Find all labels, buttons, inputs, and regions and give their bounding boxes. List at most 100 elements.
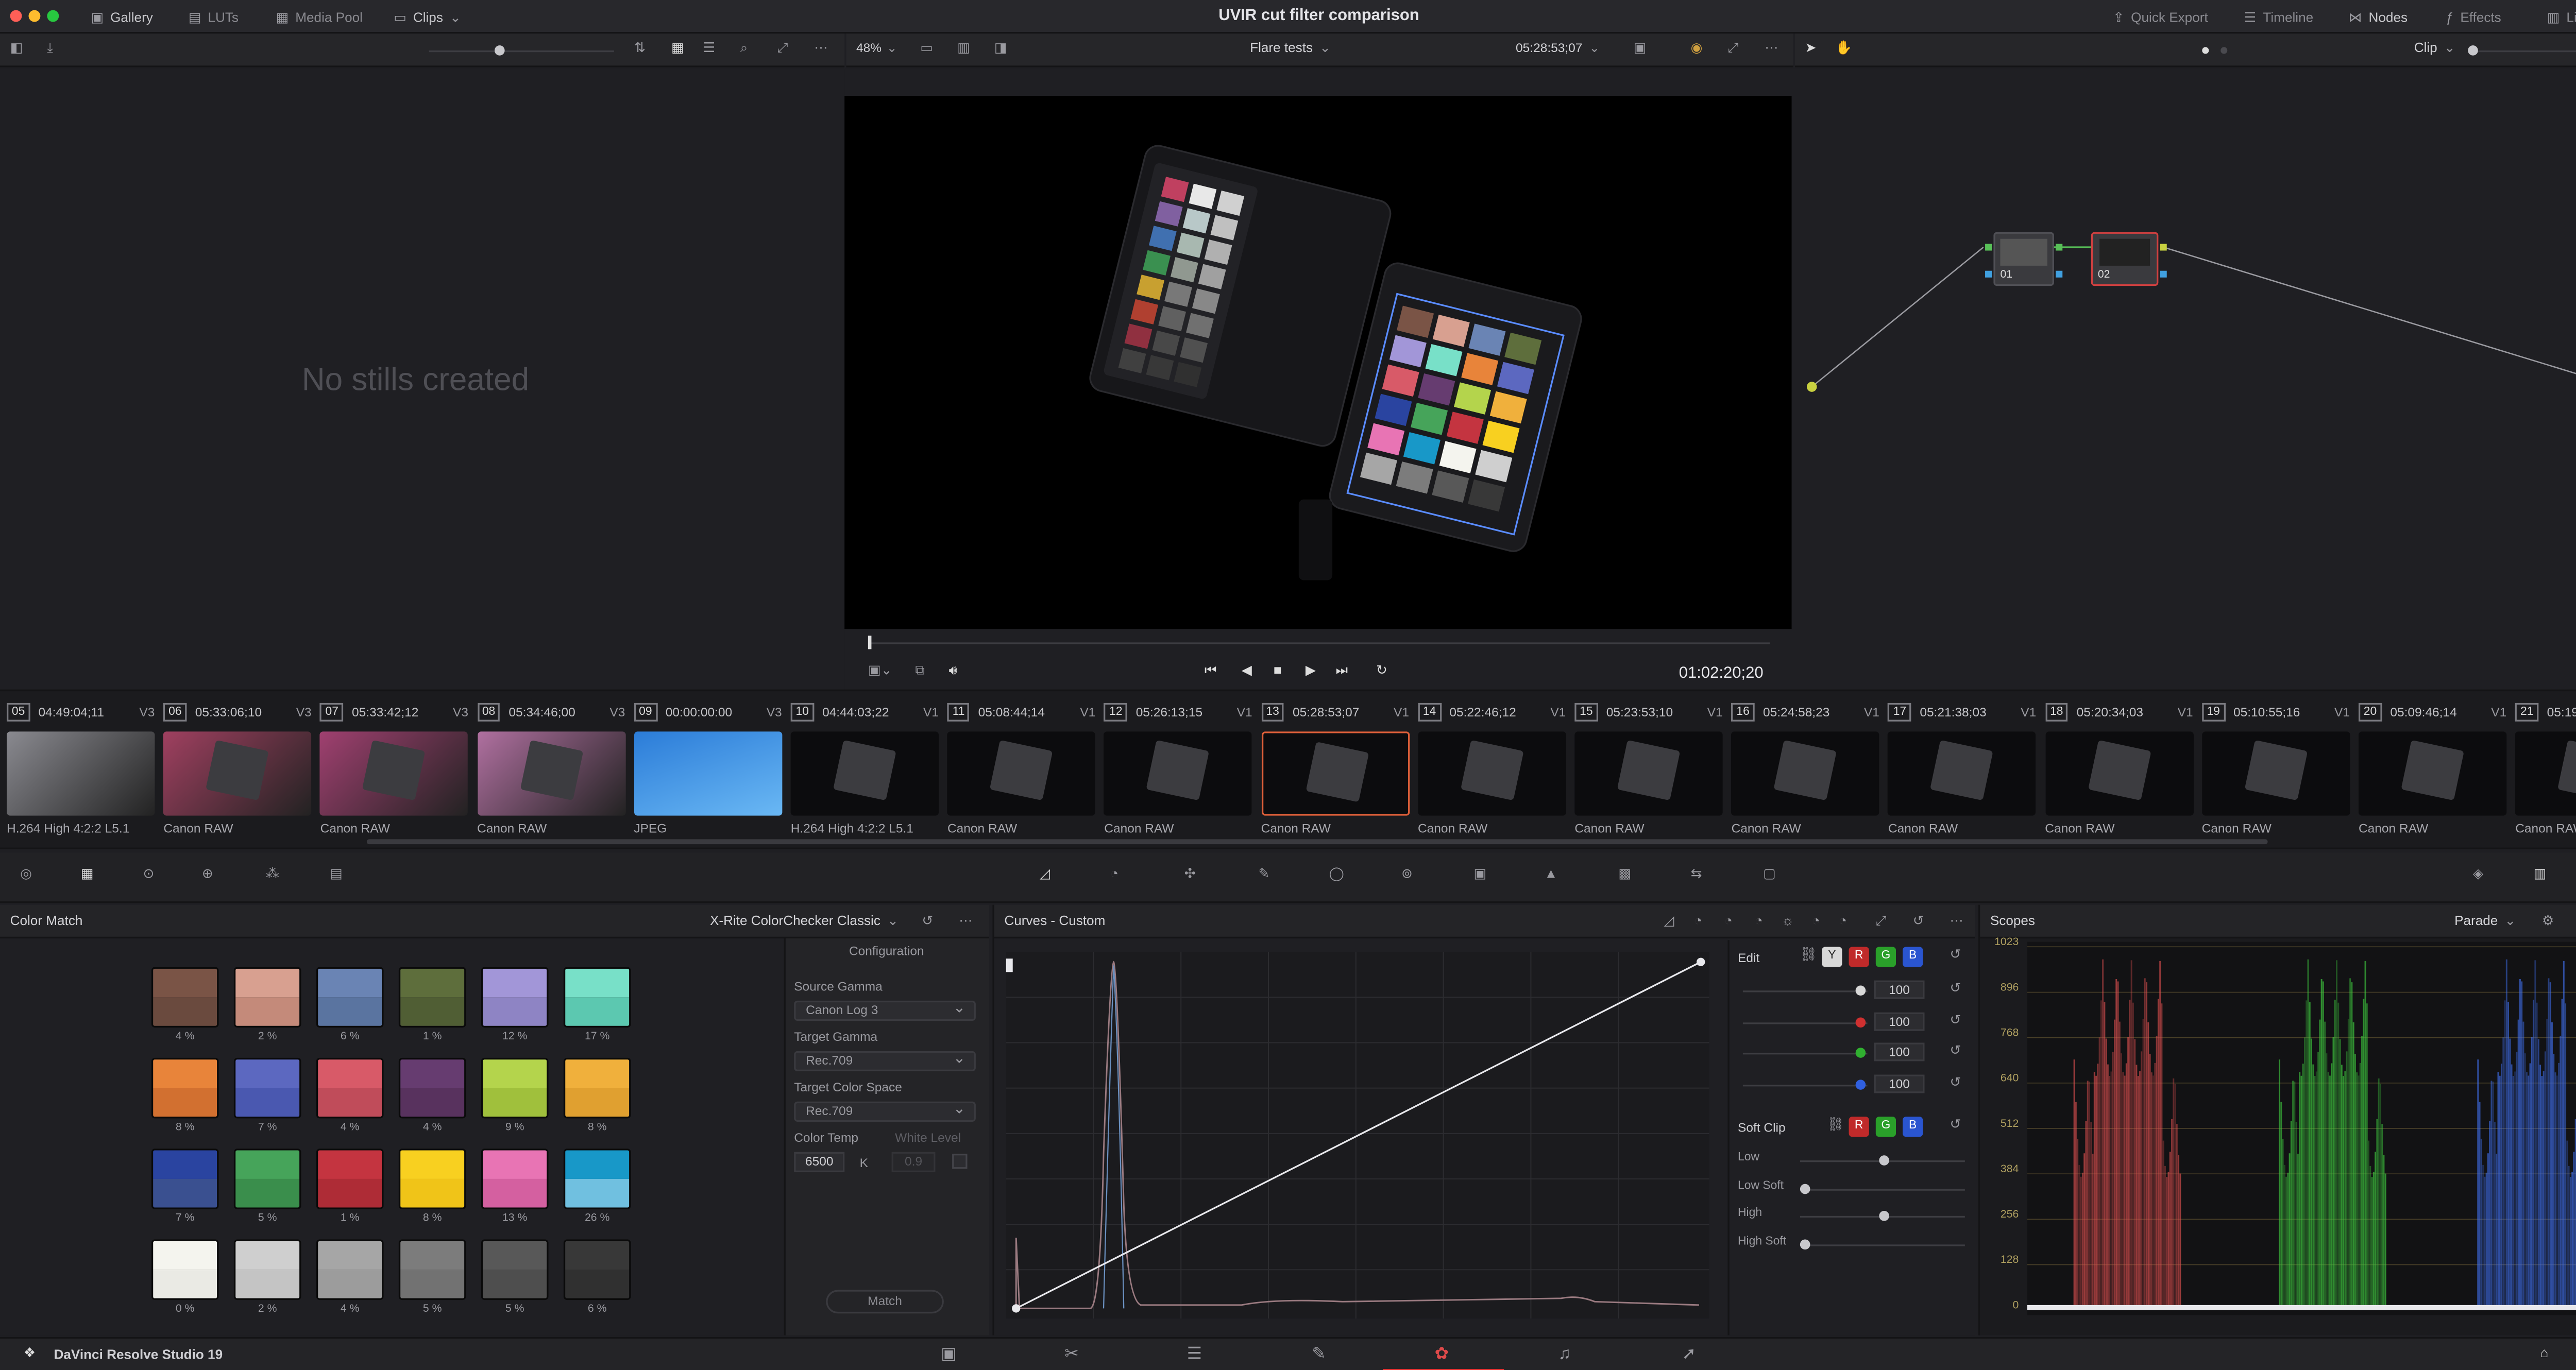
expand-icon[interactable]: ⤢	[777, 40, 788, 57]
color-patch[interactable]	[316, 967, 384, 1028]
node-input-port[interactable]	[1985, 270, 1992, 278]
channel-intensity-slider[interactable]	[1742, 1042, 1868, 1063]
magic-mask-icon[interactable]: ▣	[1473, 866, 1486, 881]
target-color-space-select[interactable]: Rec.709	[794, 1100, 976, 1122]
reset-icon[interactable]: ↺	[1950, 1074, 1961, 1089]
grab-still-icon[interactable]: ⤓	[47, 40, 53, 57]
target-gamma-select[interactable]: Rec.709	[794, 1050, 976, 1071]
clip-thumbnail[interactable]	[1104, 731, 1252, 816]
channel-g-button[interactable]: G	[1875, 947, 1896, 967]
go-to-end-icon[interactable]: ⏭︎	[1336, 663, 1348, 680]
reset-icon[interactable]: ↺	[1913, 913, 1924, 928]
color-patch[interactable]	[481, 1149, 549, 1209]
node-mode-dropdown[interactable]: Clip ⌄	[2414, 40, 2455, 55]
hand-icon[interactable]: ✋	[1835, 40, 1852, 55]
effects-tab[interactable]: ƒ Effects	[2436, 0, 2511, 33]
channel-intensity-slider[interactable]	[1742, 1074, 1868, 1094]
grid-view-icon[interactable]: ▦	[671, 40, 684, 55]
soft-clip-slider[interactable]	[1800, 1234, 1965, 1254]
source-gamma-select[interactable]: Canon Log 3	[794, 999, 976, 1021]
node-input-port[interactable]	[1985, 244, 1992, 251]
clip-thumbnail[interactable]	[2045, 731, 2193, 816]
softclip-r-button[interactable]: R	[1849, 1117, 1869, 1137]
softclip-g-button[interactable]: G	[1875, 1117, 1896, 1137]
slider-knob[interactable]	[1855, 1048, 1866, 1058]
color-page-icon[interactable]: ✿	[1425, 1340, 1459, 1367]
pointer-icon[interactable]: ➤	[1805, 40, 1817, 55]
scrubber-bar[interactable]	[868, 642, 1770, 644]
node-zoom-slider[interactable]	[2475, 50, 2576, 53]
color-patch[interactable]	[398, 1239, 466, 1300]
clip-thumbnail[interactable]	[1417, 731, 1566, 816]
lightbox-tab[interactable]: ▥ Lightbox	[2537, 0, 2576, 33]
color-match-icon[interactable]: ▦	[81, 866, 94, 881]
rgb-mixer-icon[interactable]: ⁂	[266, 866, 279, 881]
curve-graph[interactable]	[1006, 952, 1709, 1318]
clip-thumbnail[interactable]	[477, 731, 625, 816]
reset-icon[interactable]: ↺	[1950, 981, 1961, 996]
media-page-icon[interactable]: ▣	[932, 1340, 965, 1367]
channel-intensity-value[interactable]: 100	[1874, 1042, 1925, 1061]
clip-thumbnail[interactable]	[7, 731, 155, 816]
color-patch[interactable]	[563, 1239, 631, 1300]
eyedropper-icon[interactable]: ✎	[1258, 866, 1269, 881]
node-output-port[interactable]	[2160, 244, 2167, 251]
color-patch[interactable]	[233, 967, 301, 1028]
go-to-start-icon[interactable]: ⏮︎	[1205, 663, 1217, 680]
search-icon[interactable]: ⌕	[740, 40, 748, 57]
clip-thumbnail[interactable]	[2515, 731, 2576, 816]
slider-knob[interactable]	[1855, 1016, 1866, 1027]
slider-knob[interactable]	[1855, 1078, 1866, 1089]
node-zoom-knob[interactable]	[2468, 45, 2478, 56]
camera-raw-icon[interactable]: ◎	[20, 866, 32, 881]
soft-clip-slider[interactable]	[1800, 1178, 1965, 1198]
window-icon[interactable]: ◯	[1329, 866, 1344, 881]
link-icon[interactable]: ⛓	[1827, 1117, 1844, 1132]
expand-icon[interactable]: ⤢	[1876, 912, 1887, 929]
color-patch[interactable]	[316, 1239, 384, 1300]
hue-vs-lum-icon[interactable]: ◔	[1755, 913, 1763, 928]
3d-icon[interactable]: ▢	[1763, 866, 1776, 881]
color-patch[interactable]	[563, 1057, 631, 1119]
color-patch[interactable]	[316, 1149, 384, 1209]
reset-icon[interactable]: ↺	[1950, 1012, 1961, 1026]
fusion-page-icon[interactable]: ✎	[1302, 1340, 1335, 1367]
sort-icon[interactable]: ⇅	[634, 40, 646, 55]
lum-vs-sat-icon[interactable]: ☼	[1782, 913, 1794, 928]
page-indicator-dot[interactable]	[2221, 47, 2228, 54]
scope-type-dropdown[interactable]: Parade ⌄	[2454, 913, 2516, 928]
clip-thumbnail[interactable]	[1731, 731, 1879, 816]
reset-icon[interactable]: ↺	[1950, 947, 1961, 962]
curves-custom-icon[interactable]: ◿	[1664, 913, 1674, 928]
node-editor[interactable]: 01 02	[1795, 68, 2576, 690]
color-patch[interactable]	[151, 1057, 219, 1119]
more-options-icon[interactable]: ⋯	[814, 40, 827, 55]
clip-thumbnail[interactable]	[2358, 731, 2507, 816]
white-level-field[interactable]: 0.9	[891, 1152, 936, 1172]
color-patch[interactable]	[481, 1239, 549, 1300]
clip-thumbnail[interactable]	[163, 731, 312, 816]
color-patch[interactable]	[398, 1057, 466, 1119]
timeline-selector[interactable]: Flare tests ⌄	[1250, 40, 1331, 55]
sat-vs-lum-icon[interactable]: ◔	[1839, 913, 1847, 928]
zoom-dropdown[interactable]: 48% ⌄	[856, 40, 897, 55]
color-patch[interactable]	[481, 1057, 549, 1119]
stop-icon[interactable]: ■	[1274, 663, 1282, 678]
source-timecode[interactable]: 05:28:53;07 ⌄	[1516, 40, 1600, 55]
channel-intensity-slider[interactable]	[1742, 1012, 1868, 1032]
more-options-icon[interactable]: ⋯	[1950, 913, 1963, 928]
deliver-page-icon[interactable]: ➚	[1672, 1340, 1706, 1367]
slider-knob[interactable]	[1800, 1238, 1810, 1249]
clip-thumbnail[interactable]	[947, 731, 1096, 816]
minimize-window-button[interactable]	[28, 10, 41, 22]
nodes-tab[interactable]: ⋈ Nodes	[2338, 0, 2418, 33]
sidebar-toggle-icon[interactable]: ◧	[10, 40, 23, 55]
reverse-icon[interactable]: ◀	[1242, 663, 1252, 678]
clip-thumbnail[interactable]	[2201, 731, 2350, 816]
color-patch[interactable]	[151, 1149, 219, 1209]
channel-y-button[interactable]: Y	[1822, 947, 1842, 967]
gallery-tab[interactable]: ▣ Gallery	[81, 0, 163, 33]
color-patch[interactable]	[563, 1149, 631, 1209]
color-patch[interactable]	[233, 1149, 301, 1209]
color-patch[interactable]	[233, 1057, 301, 1119]
